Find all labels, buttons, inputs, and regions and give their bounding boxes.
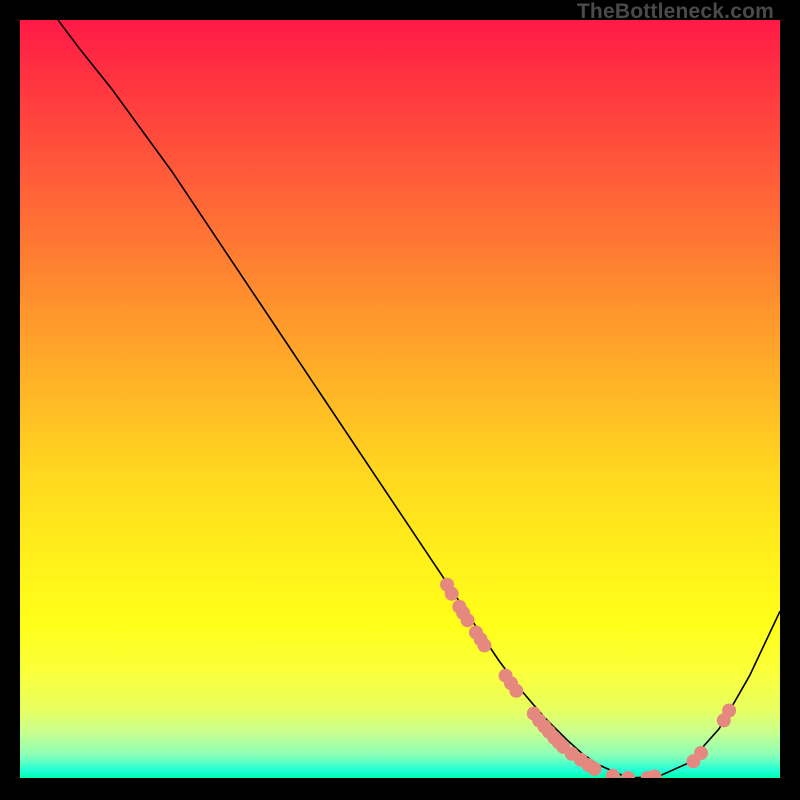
data-point xyxy=(461,613,475,627)
data-point xyxy=(445,587,459,601)
data-point xyxy=(509,684,523,698)
data-point xyxy=(606,769,620,778)
data-point xyxy=(477,638,491,652)
chart-svg xyxy=(20,20,780,778)
data-point xyxy=(588,762,602,776)
bottleneck-curve xyxy=(58,20,780,778)
data-point xyxy=(648,770,662,779)
data-point xyxy=(694,746,708,760)
data-point xyxy=(621,771,635,778)
data-point xyxy=(722,704,736,718)
data-points-group xyxy=(440,578,736,778)
